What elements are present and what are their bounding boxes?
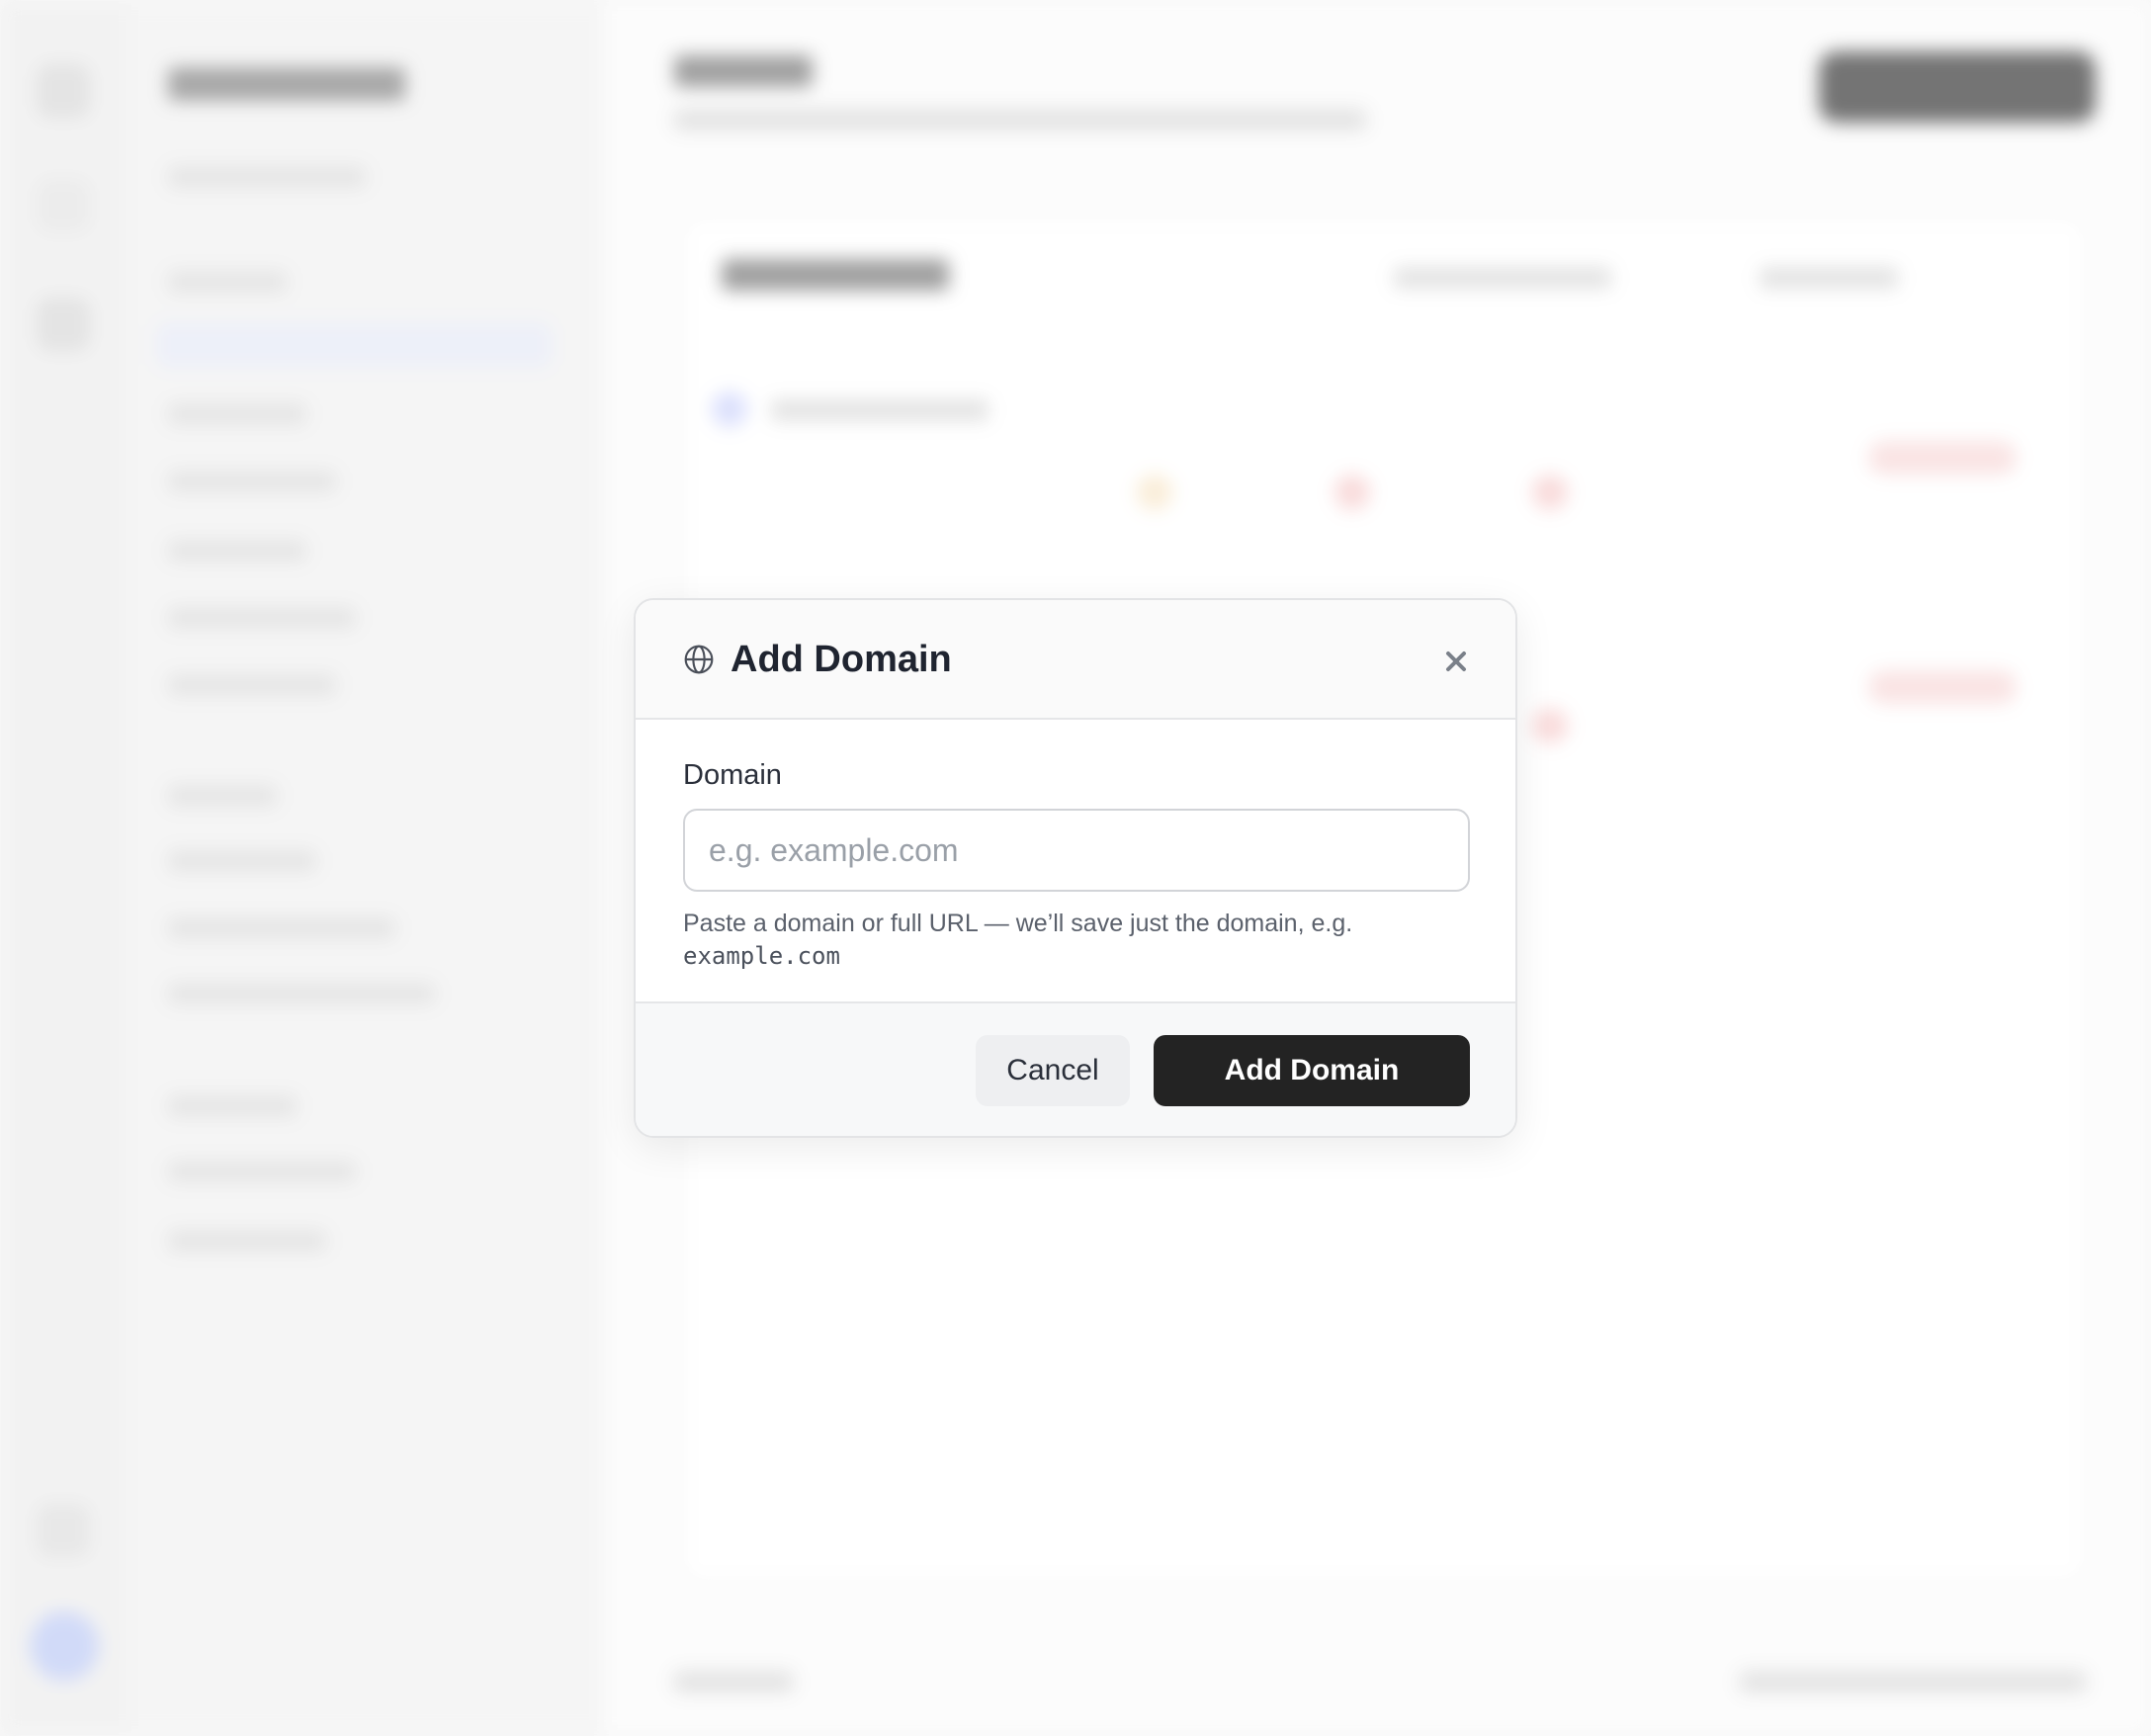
domain-help-text: Paste a domain or full URL — we’ll save … xyxy=(683,908,1474,973)
close-icon[interactable] xyxy=(1440,646,1472,677)
cancel-button[interactable]: Cancel xyxy=(976,1035,1130,1106)
domain-field-label: Domain xyxy=(683,759,782,791)
globe-icon xyxy=(684,645,714,674)
dialog-body: Domain Paste a domain or full URL — we’l… xyxy=(636,720,1515,1006)
domain-input[interactable] xyxy=(683,809,1470,892)
dialog-title: Add Domain xyxy=(731,639,952,680)
dialog-header: Add Domain xyxy=(636,600,1515,720)
add-domain-button[interactable]: Add Domain xyxy=(1154,1035,1470,1106)
dialog-footer: Cancel Add Domain xyxy=(636,1001,1515,1136)
add-domain-dialog: Add Domain Domain Paste a domain or full… xyxy=(634,598,1517,1138)
help-text-message: Paste a domain or full URL — we’ll save … xyxy=(683,910,1353,937)
help-text-example: example.com xyxy=(683,942,840,970)
